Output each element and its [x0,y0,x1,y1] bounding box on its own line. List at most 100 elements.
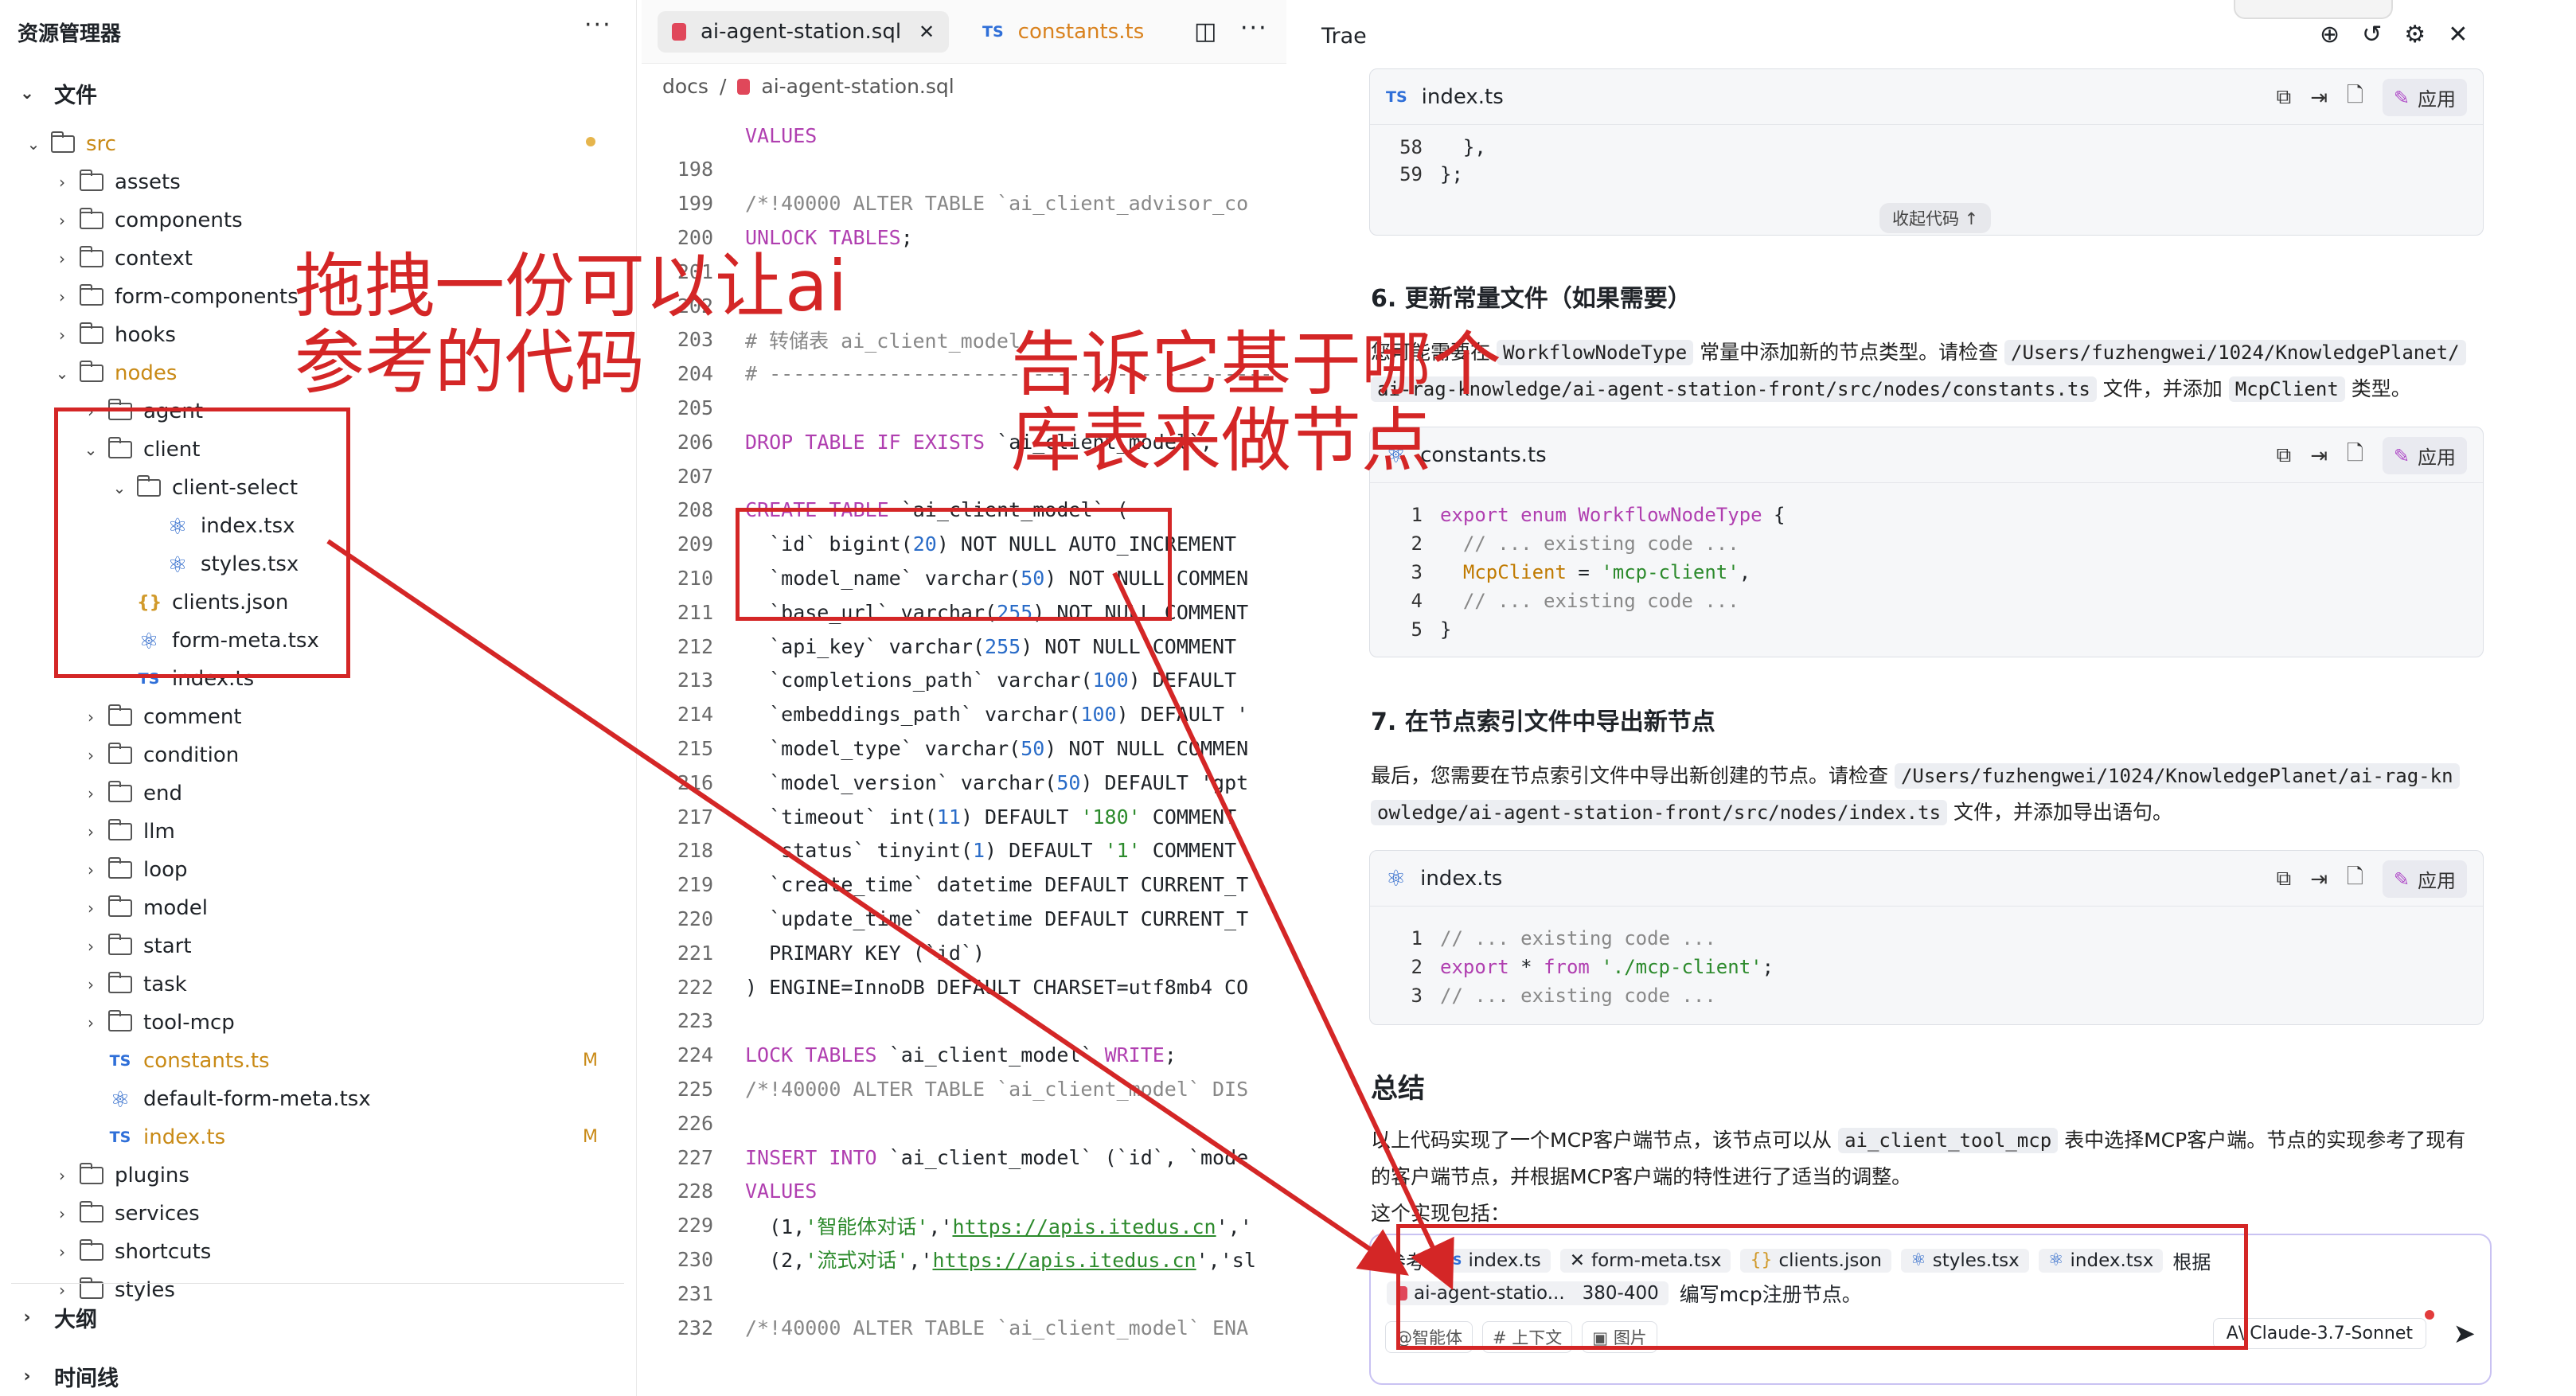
copy-icon[interactable]: ⧉ [2277,85,2292,110]
image-button[interactable]: ▣ 图片 [1582,1321,1657,1353]
code-editor: ai-agent-station.sql ✕ TS constants.ts ◫… [642,0,1286,1396]
folder-form-components[interactable]: › form-components [0,279,299,315]
copy-icon[interactable]: ⧉ [2277,867,2292,891]
tree-item-label: client [143,438,201,462]
folder-context[interactable]: › context [0,240,193,277]
chip-clients-json[interactable]: {} clients.json [1740,1248,1891,1273]
folder-agent[interactable]: › agent [0,393,203,430]
chip-label: index.ts [1468,1250,1541,1271]
timeline-section-header[interactable]: › 时间线 [18,1361,119,1392]
folder-components[interactable]: › components [0,202,243,239]
chip-index-tsx[interactable]: ⚛ index.tsx [2038,1248,2164,1273]
code-text: ) ENGINE=InnoDB DEFAULT CHARSET=utf8mb4 … [745,975,1249,999]
tree-item-label: loop [143,858,188,882]
new-chat-icon[interactable]: ⊕ [2320,21,2340,49]
folder-llm[interactable]: › llm [0,813,175,850]
chat-input-box[interactable]: 参考 TS index.ts ✕ form-meta.tsx {} clients.j… [1369,1234,2492,1385]
folder-icon [80,208,103,229]
folder-plugins[interactable]: › plugins [0,1157,189,1194]
file-constants-ts[interactable]: TS constants.ts [0,1043,270,1079]
tab-constants-ts[interactable]: TS constants.ts [968,11,1158,53]
breadcrumb-file[interactable]: ai-agent-station.sql [761,75,954,98]
new-file-icon[interactable]: 🗋 [2347,439,2363,474]
folder-model[interactable]: › model [0,890,208,926]
collapse-code-button[interactable]: 收起代码 ↑ [1879,203,1992,233]
folder-task[interactable]: › task [0,966,187,1003]
code-text: export * from './mcp-client'; [1440,956,1774,978]
code-line: 198 [642,152,745,187]
code-text: `embeddings_path` varchar(100) DEFAULT ' [745,703,1249,727]
file-index-ts[interactable]: TS index.ts [0,1119,225,1156]
agent-button[interactable]: @智能体 [1385,1321,1473,1353]
tab-ai-agent-station-sql[interactable]: ai-agent-station.sql ✕ [658,11,950,53]
code-text: `base_url` varchar(255) NOT NULL COMMENT [745,600,1249,624]
code-line: 3 McpClient = 'mcp-client', [1370,558,1751,587]
insert-icon[interactable]: ⇥ [2310,868,2328,891]
split-editor-icon[interactable]: ◫ [1194,18,1216,45]
folder-start[interactable]: › start [0,928,192,965]
apply-button[interactable]: ✎ 应用 [2382,860,2467,898]
line-number: 226 [677,1111,713,1135]
chip-form-meta[interactable]: ✕ form-meta.tsx [1559,1248,1731,1273]
outline-section-header[interactable]: › 大纲 [18,1302,97,1333]
file-clients-json[interactable]: {} clients.json [0,584,288,621]
copy-icon[interactable]: ⧉ [2277,443,2292,468]
code-text: /*!40000 ALTER TABLE `ai_client_model` D… [745,1077,1249,1101]
file-styles-tsx[interactable]: ⚛ styles.tsx [0,546,299,583]
context-button[interactable]: # 上下文 [1482,1321,1573,1353]
insert-icon[interactable]: ⇥ [2310,86,2328,110]
chip-styles-tsx[interactable]: ⚛ styles.tsx [1900,1248,2029,1273]
folder-tool-mcp[interactable]: › tool-mcp [0,1004,235,1041]
code-text: `status` tinyint(1) DEFAULT '1' COMMENT [745,839,1237,863]
folder-end[interactable]: › end [0,775,182,812]
close-icon[interactable]: ✕ [2448,21,2468,49]
inline-code[interactable]: /Users/fuzhengwei/1024/KnowledgePlanet/ [2004,340,2466,365]
more-icon[interactable]: ··· [584,11,612,39]
folder-nodes[interactable]: ⌄ nodes [0,355,177,392]
apply-button[interactable]: ✎ 应用 [2382,79,2467,116]
code-text: VALUES [745,123,818,147]
input-text[interactable]: 编写mcp注册节点。 [1680,1279,1862,1308]
folder-comment[interactable]: › comment [0,699,242,735]
breadcrumb: docs / ai-agent-station.sql [662,75,954,98]
apply-button[interactable]: ✎ 应用 [2382,437,2467,474]
chip-index-ts[interactable]: TS index.ts [1434,1248,1551,1273]
chip-sql-file[interactable]: ai-agent-statio... 380-400 [1387,1281,1669,1305]
folder-icon [108,857,132,879]
code-block-header: ⚛ constants.ts ⧉ ⇥ 🗋 ✎ 应用 [1370,427,2483,483]
text: 表中选择MCP客户端。节点的实现参考了现有 [2058,1129,2466,1152]
inline-code[interactable]: /Users/fuzhengwei/1024/KnowledgePlanet/a… [1894,763,2460,789]
folder-client-select[interactable]: ⌄ client-select [0,470,298,506]
folder-icon [80,246,103,267]
window-grip[interactable] [2234,0,2393,19]
typescript-icon: TS [1386,88,1407,106]
close-icon[interactable]: ✕ [919,21,935,43]
code-text: # 转储表 ai_client_model [745,329,1021,353]
folder-services[interactable]: › services [0,1195,200,1232]
folder-condition[interactable]: › condition [0,737,239,774]
folder-shortcuts[interactable]: › shortcuts [0,1234,211,1270]
folder-loop[interactable]: › loop [0,852,188,888]
folder-src[interactable]: ⌄ src [0,126,116,162]
file-form-meta-tsx[interactable]: ⚛ form-meta.tsx [0,622,318,659]
breadcrumb-folder[interactable]: docs [662,75,708,98]
model-selector[interactable]: A\ Claude-3.7-Sonnet [2212,1318,2426,1349]
files-section-header[interactable]: ⌄ 文件 [18,78,97,109]
inline-code[interactable]: ai-rag-knowledge/ai-agent-station-front/… [1371,376,2097,402]
new-file-icon[interactable]: 🗋 [2347,80,2363,115]
file-index-ts[interactable]: TS index.ts [0,661,254,697]
react-icon: ⚛ [110,1086,131,1113]
more-icon[interactable]: ··· [1240,14,1268,42]
history-icon[interactable]: ↺ [2362,21,2382,49]
new-file-icon[interactable]: 🗋 [2347,862,2363,897]
folder-hooks[interactable]: › hooks [0,317,176,353]
insert-icon[interactable]: ⇥ [2310,444,2328,468]
gear-icon[interactable]: ⚙ [2404,21,2426,49]
file-default-form-meta-tsx[interactable]: ⚛ default-form-meta.tsx [0,1081,370,1117]
send-icon[interactable]: ➤ [2453,1318,2476,1350]
file-index-tsx[interactable]: ⚛ index.tsx [0,508,295,544]
inline-code[interactable]: owledge/ai-agent-station-front/src/nodes… [1371,800,1948,825]
folder-assets[interactable]: › assets [0,164,181,201]
folder-client[interactable]: ⌄ client [0,431,200,468]
tree-item-label: condition [143,743,240,767]
